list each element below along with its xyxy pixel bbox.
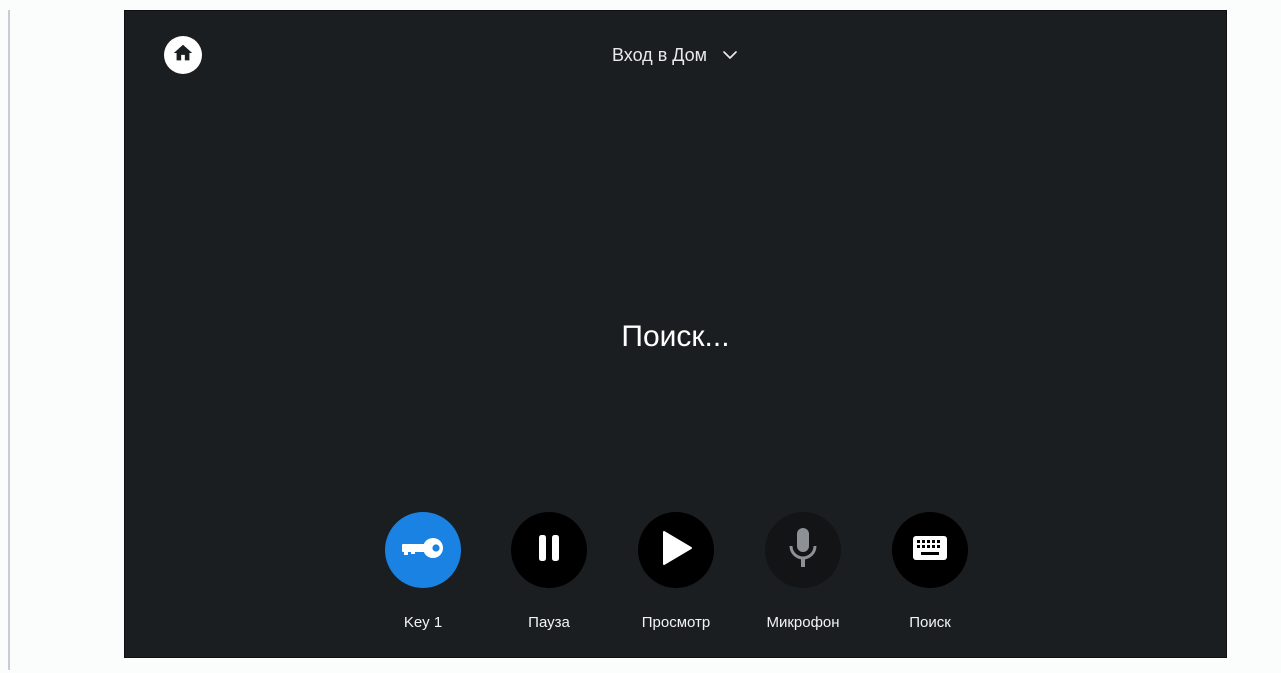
pause-label: Пауза [528, 614, 570, 631]
view-label: Просмотр [641, 614, 711, 631]
pause-button[interactable]: Пауза [494, 512, 604, 632]
pause-button-circle[interactable] [511, 512, 587, 588]
search-label: Поиск [909, 614, 951, 631]
key-1-label: Key 1 [403, 614, 443, 631]
microphone-button-circle[interactable] [765, 512, 841, 588]
view-button-circle[interactable] [638, 512, 714, 588]
key-button-circle[interactable] [385, 512, 461, 588]
keyboard-icon [912, 535, 948, 566]
key-icon [398, 533, 448, 568]
search-button-circle[interactable] [892, 512, 968, 588]
page-left-divider [8, 10, 10, 670]
status-text: Поиск... [621, 320, 730, 353]
search-button[interactable]: Поиск [875, 512, 985, 632]
key-1-button[interactable]: Key 1 [368, 512, 478, 632]
location-title: Вход в Дом [611, 45, 708, 65]
view-button[interactable]: Просмотр [621, 512, 731, 632]
play-icon [658, 529, 694, 572]
microphone-label: Микрофон [766, 614, 840, 631]
location-selector[interactable]: Вход в Дом [125, 41, 1226, 69]
microphone-button[interactable]: Микрофон [748, 512, 858, 632]
intercom-screen: Вход в Дом Поиск... Key 1 Пауза Просмотр… [124, 10, 1227, 658]
pause-icon [534, 532, 564, 569]
chevron-down-icon [721, 46, 739, 64]
microphone-icon [788, 526, 818, 575]
